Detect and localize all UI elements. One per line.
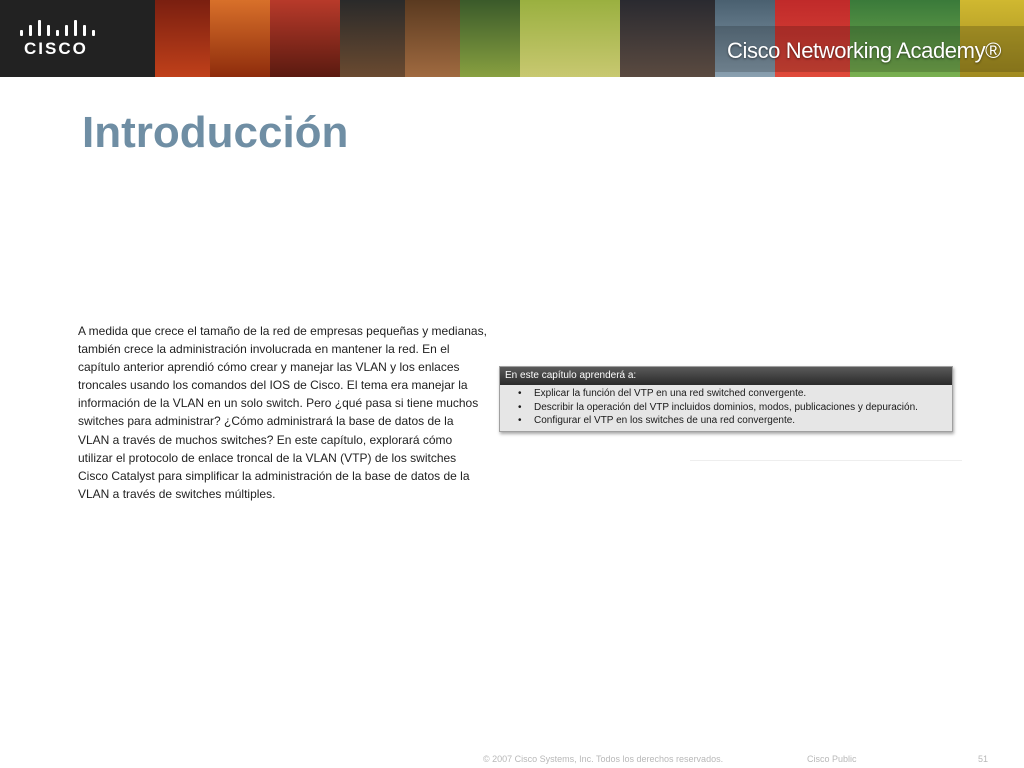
objective-text: Configurar el VTP en los switches de una… [534,415,796,426]
academy-name: Cisco Networking Academy® [727,38,1001,63]
objectives-list: • Explicar la función del VTP en una red… [500,387,952,428]
header-banner: CISCO Cisco Networking Academy® [0,0,1024,77]
banner-photo-strip [210,0,270,77]
banner-photo-strip [620,0,715,77]
objectives-box: En este capítulo aprenderá a: • Explicar… [499,366,953,432]
cisco-logo-text: CISCO [24,39,88,58]
banner-photo-strip [460,0,520,77]
banner-photo-strip [405,0,460,77]
intro-paragraph: A medida que crece el tamaño de la red d… [78,324,487,501]
divider [690,460,962,461]
bullet: • [518,388,522,399]
objective-text: Explicar la función del VTP en una red s… [534,388,807,399]
objective-item: • Configurar el VTP en los switches de u… [500,414,952,428]
banner-photo-strip [520,0,620,77]
objective-item: • Describir la operación del VTP incluid… [500,401,952,415]
banner-photo-strip [270,0,340,77]
footer-page-number: 51 [978,754,989,764]
banner-photo-strip [155,0,210,77]
slide-title: Introducción [82,108,349,157]
banner-photo-strip [340,0,405,77]
bullet: • [518,415,522,426]
objective-text: Describir la operación del VTP incluidos… [534,401,918,413]
bullet: • [518,401,522,413]
objectives-header: En este capítulo aprenderá a: [500,367,952,385]
footer-copyright: © 2007 Cisco Systems, Inc. Todos los der… [483,754,724,764]
footer-classification: Cisco Public [807,754,857,764]
objective-item: • Explicar la función del VTP en una red… [500,387,952,401]
